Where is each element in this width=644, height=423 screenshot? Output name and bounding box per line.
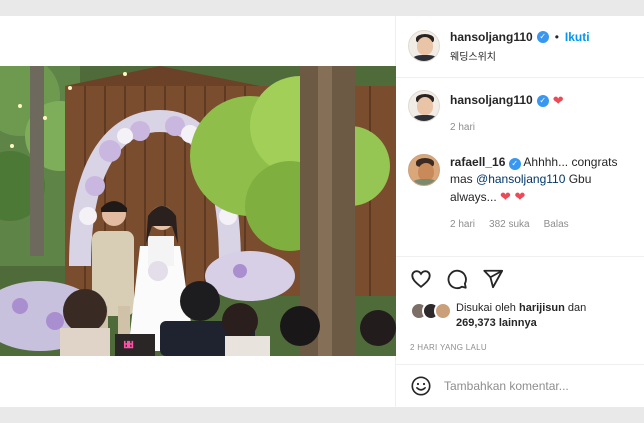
comment-likes[interactable]: 382 suka [489,216,530,233]
likes-suffix[interactable]: lainnya [499,317,537,329]
likes-summary: Disukai oleh harijisun dan 269,373 lainn… [410,301,630,331]
post-location[interactable]: 웨딩스위치 [450,48,590,63]
heart-outline-icon[interactable] [410,268,432,290]
caption-body: hansoljang110 ✓ ❤ 2 hari [450,90,640,136]
post-media-area: ㅃ [0,16,396,407]
comment-icon[interactable] [446,268,468,290]
follow-button[interactable]: Ikuti [565,30,590,44]
verified-badge-icon: ✓ [536,94,549,107]
caption-time[interactable]: 2 hari [450,119,475,136]
header-text: hansoljang110 ✓ • Ikuti 웨딩스위치 [450,30,590,63]
caption-username[interactable]: hansoljang110 [450,92,533,109]
post-side-panel: hansoljang110 ✓ • Ikuti 웨딩스위치 hansoljang… [396,16,644,407]
likes-text: Disukai oleh harijisun dan 269,373 lainn… [456,301,586,331]
verified-badge-icon: ✓ [536,31,549,43]
header-username-row: hansoljang110 ✓ • Ikuti [450,30,590,44]
comment-input[interactable]: Tambahkan komentar... [444,379,569,393]
verified-badge-icon: ✓ [508,158,521,170]
add-comment-bar: Tambahkan komentar... [396,364,644,407]
reply-button[interactable]: Balas [544,216,569,233]
likes-count[interactable]: 269,373 [456,317,496,329]
wedding-photo-illustration: ㅃ [0,66,396,356]
post-date[interactable]: 2 HARI YANG LALU [410,343,630,352]
commenter-avatar[interactable] [408,154,440,186]
comment-mention[interactable]: @hansoljang110 [476,172,565,186]
emoji-icon[interactable] [410,375,432,397]
likes-prefix: Disukai oleh [456,302,516,314]
instagram-post-window: ㅃ hansoljang110 ✓ • Ikuti 웨딩스위치 hansolja… [0,16,644,407]
separator-dot: • [554,30,559,44]
author-username[interactable]: hansoljang110 [450,30,533,44]
post-header: hansoljang110 ✓ • Ikuti 웨딩스위치 [396,16,644,78]
comment-meta: 2 hari 382 suka Balas [450,216,640,233]
caption: hansoljang110 ✓ ❤ 2 hari [408,90,640,136]
heart-emoji: ❤ [552,93,564,108]
svg-text:ㅃ: ㅃ [122,338,135,354]
commenter-username[interactable]: rafaell_16 [450,154,505,171]
comment-hearts: ❤ ❤ [500,189,526,204]
comment-body: rafaell_16 ✓ Ahhhh... congrats mas @hans… [450,154,640,233]
post-photo[interactable]: ㅃ [0,66,396,356]
comment-item: rafaell_16 ✓ Ahhhh... congrats mas @hans… [408,154,640,233]
caption-meta: 2 hari [450,119,640,136]
action-icons [410,265,630,293]
comment-time[interactable]: 2 hari [450,216,475,233]
liker-avatars[interactable] [410,302,452,320]
likes-connector: dan [567,302,587,314]
share-icon[interactable] [482,268,504,290]
author-avatar[interactable] [408,30,440,62]
post-actions: Disukai oleh harijisun dan 269,373 lainn… [396,256,644,352]
liker-username[interactable]: harijisun [519,302,565,314]
caption-avatar[interactable] [408,90,440,122]
